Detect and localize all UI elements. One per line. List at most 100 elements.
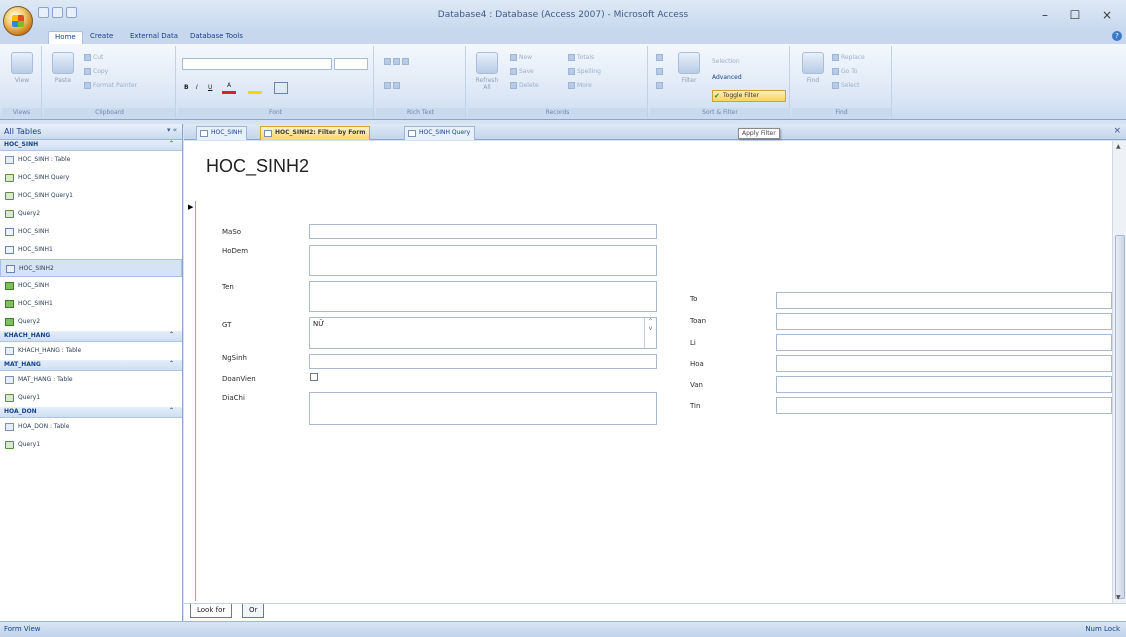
minimize-button[interactable]: – — [1032, 6, 1058, 24]
van-field[interactable] — [776, 376, 1112, 393]
cut-button[interactable]: Cut — [84, 54, 103, 63]
help-icon[interactable]: ? — [1112, 31, 1122, 41]
bold-button[interactable]: B — [184, 84, 189, 93]
to-field[interactable] — [776, 292, 1112, 309]
collapse-group-icon[interactable]: ⌃ — [169, 407, 174, 414]
collapse-nav-icon[interactable]: ▾ « — [167, 126, 177, 134]
fill-color-icon[interactable] — [248, 82, 262, 94]
scroll-up-icon[interactable]: ▲ — [1116, 143, 1121, 150]
status-view: Form View — [4, 625, 41, 633]
nav-group-header[interactable]: HOC_SINH ⌃ — [0, 140, 182, 151]
nav-item[interactable]: Query2 — [0, 205, 182, 223]
maximize-button[interactable]: ☐ — [1062, 6, 1088, 24]
more-button[interactable]: More — [568, 82, 592, 91]
tab-or[interactable]: Or — [242, 604, 265, 618]
hodem-field[interactable] — [309, 245, 657, 276]
select-button[interactable]: Select — [832, 82, 860, 91]
view-button[interactable]: View — [9, 52, 35, 84]
li-field[interactable] — [776, 334, 1112, 351]
gt-dropdown-arrow-icon[interactable]: ^ v — [644, 318, 656, 348]
save-record-button[interactable]: Save — [510, 68, 534, 77]
find-button[interactable]: Find — [800, 52, 826, 84]
form-icon — [6, 265, 15, 273]
tab-database-tools[interactable]: Database Tools — [184, 31, 249, 44]
sort-descending-icon[interactable] — [656, 68, 665, 77]
ribbon: View Views Paste Cut Copy Format Painter… — [0, 44, 1126, 120]
diachi-field[interactable] — [309, 392, 657, 425]
nav-item[interactable]: Query1 — [0, 436, 182, 454]
align-icon[interactable] — [384, 58, 411, 67]
scroll-down-icon[interactable]: ▼ — [1116, 594, 1121, 601]
nav-item[interactable]: Query2 — [0, 313, 182, 331]
replace-button[interactable]: Replace — [832, 54, 865, 63]
new-record-button[interactable]: New — [510, 54, 532, 63]
office-button[interactable] — [3, 6, 33, 36]
nav-item[interactable]: HOA_DON : Table — [0, 418, 182, 436]
italic-button[interactable]: I — [196, 84, 198, 93]
gt-combobox[interactable]: NỮ ^ v — [309, 317, 657, 349]
format-painter-button[interactable]: Format Painter — [84, 82, 137, 91]
collapse-group-icon[interactable]: ⌃ — [169, 140, 174, 147]
nav-item[interactable]: HOC_SINH — [0, 223, 182, 241]
font-color-icon[interactable]: A — [222, 82, 236, 94]
nav-item[interactable]: MAT_HANG : Table — [0, 371, 182, 389]
title-bar: Database4 : Database (Access 2007) - Mic… — [0, 0, 1126, 36]
delete-record-button[interactable]: Delete — [510, 82, 539, 91]
collapse-group-icon[interactable]: ⌃ — [169, 331, 174, 338]
tab-home[interactable]: Home — [48, 31, 83, 44]
refresh-button[interactable]: Refresh All — [474, 52, 500, 91]
underline-button[interactable]: U — [208, 84, 212, 93]
record-selector[interactable]: ▶ — [186, 201, 196, 601]
nav-item[interactable]: HOC_SINH1 — [0, 295, 182, 313]
font-name-box[interactable] — [182, 58, 332, 70]
doc-tab-hoc-sinh[interactable]: HOC_SINH — [196, 126, 248, 140]
clear-sort-icon[interactable] — [656, 82, 665, 91]
nav-item[interactable]: Query1 — [0, 389, 182, 407]
font-size-box[interactable] — [334, 58, 368, 70]
tin-field[interactable] — [776, 397, 1112, 414]
close-document-icon[interactable]: × — [1113, 126, 1121, 136]
collapse-group-icon[interactable]: ⌃ — [169, 360, 174, 367]
selection-button[interactable]: Selection — [712, 58, 740, 65]
nav-item[interactable]: HOC_SINH : Table — [0, 151, 182, 169]
spelling-button[interactable]: Spelling — [568, 68, 601, 77]
vertical-scrollbar[interactable]: ▲ ▼ — [1112, 141, 1126, 603]
paste-button[interactable]: Paste — [50, 52, 76, 84]
scroll-thumb[interactable] — [1115, 235, 1125, 599]
nav-item[interactable]: HOC_SINH — [0, 277, 182, 295]
nav-group-header[interactable]: MAT_HANG ⌃ — [0, 360, 182, 371]
tab-external-data[interactable]: External Data — [124, 31, 184, 44]
hoa-field[interactable] — [776, 355, 1112, 372]
copy-button[interactable]: Copy — [84, 68, 108, 77]
filter-button[interactable]: Filter — [676, 52, 702, 84]
nav-group-header[interactable]: HOA_DON ⌃ — [0, 407, 182, 418]
funnel-icon — [678, 52, 700, 74]
totals-button[interactable]: Totals — [568, 54, 594, 63]
sort-ascending-icon[interactable] — [656, 54, 665, 63]
gridlines-icon[interactable] — [274, 82, 288, 94]
goto-button[interactable]: Go To — [832, 68, 858, 77]
close-button[interactable]: × — [1094, 6, 1120, 24]
label-li: Li — [690, 339, 696, 347]
maso-field[interactable] — [309, 224, 657, 239]
doc-tab-filter-by-form[interactable]: HOC_SINH2: Filter by Form — [260, 126, 371, 140]
nav-item[interactable]: HOC_SINH Query — [0, 169, 182, 187]
nav-group-header[interactable]: KHACH_HANG ⌃ — [0, 331, 182, 342]
nav-item[interactable]: HOC_SINH Query1 — [0, 187, 182, 205]
ngsinh-field[interactable] — [309, 354, 657, 369]
advanced-button[interactable]: Advanced — [712, 74, 742, 81]
nav-header[interactable]: All Tables ▾ « — [0, 124, 182, 140]
bullets-icon[interactable] — [384, 82, 402, 91]
ribbon-tabs: Home Create External Data Database Tools… — [0, 30, 1126, 44]
doc-tab-hoc-sinh-query[interactable]: HOC_SINH Query — [404, 126, 476, 140]
tab-look-for[interactable]: Look for — [190, 604, 233, 618]
toggle-filter-button[interactable]: Toggle Filter — [712, 90, 786, 102]
nav-item[interactable]: KHACH_HANG : Table — [0, 342, 182, 360]
tab-create[interactable]: Create — [84, 31, 119, 44]
label-hoa: Hoa — [690, 360, 704, 368]
nav-item[interactable]: HOC_SINH1 — [0, 241, 182, 259]
toan-field[interactable] — [776, 313, 1112, 330]
ten-field[interactable] — [309, 281, 657, 312]
nav-item[interactable]: HOC_SINH2 — [0, 259, 182, 277]
doanvien-checkbox[interactable] — [310, 373, 318, 381]
